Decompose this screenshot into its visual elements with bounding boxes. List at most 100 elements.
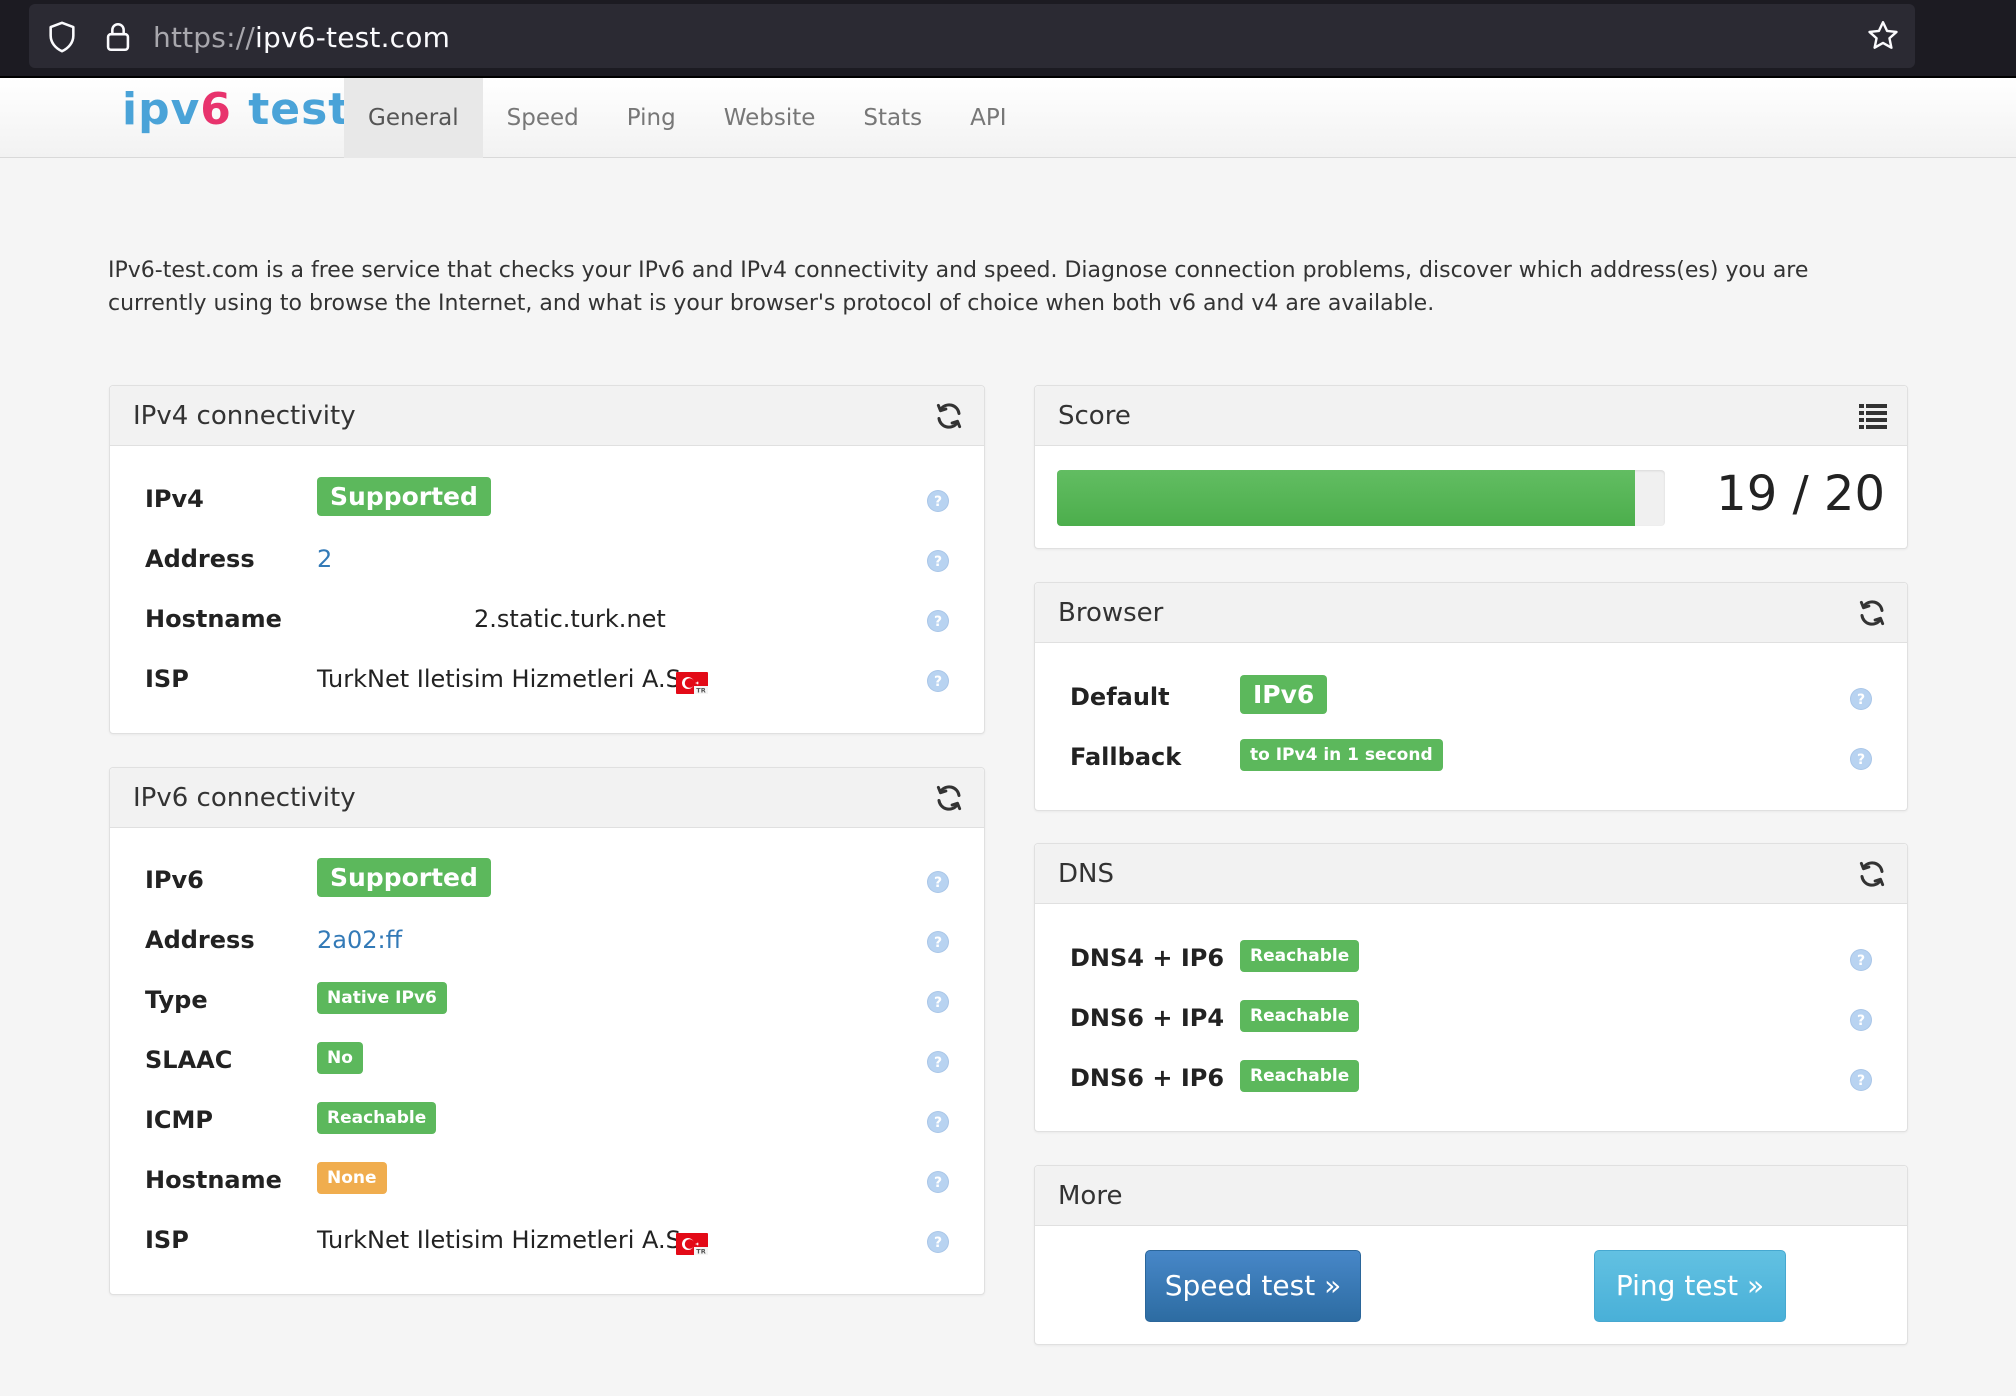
help-icon[interactable] bbox=[1849, 1008, 1873, 1032]
ipv6-address-link[interactable]: 2a02:ff bbox=[317, 926, 402, 954]
browser-row-fallback: Fallback to IPv4 in 1 second bbox=[1035, 735, 1907, 783]
row-label: Type bbox=[145, 986, 208, 1014]
reachable-badge: Reachable bbox=[1240, 940, 1360, 972]
refresh-icon[interactable] bbox=[934, 783, 964, 813]
url-host: ipv6-test.com bbox=[254, 21, 451, 54]
ping-test-button[interactable]: Ping test » bbox=[1594, 1250, 1786, 1322]
logo-reflection: ipv6 test bbox=[122, 112, 350, 134]
ipv6-row-isp: ISP TurkNet Iletisim Hizmetleri A.S. bbox=[110, 1218, 984, 1266]
ipv6-row-slaac: SLAAC No bbox=[110, 1038, 984, 1086]
tab-stats[interactable]: Stats bbox=[839, 78, 946, 158]
ipv6-isp-value: TurkNet Iletisim Hizmetleri A.S. bbox=[317, 1226, 689, 1254]
row-label: DNS6 + IP6 bbox=[1070, 1064, 1225, 1092]
reachable-badge: Reachable bbox=[1240, 1000, 1360, 1032]
address-bar[interactable]: https://ipv6-test.com bbox=[29, 4, 1915, 68]
score-panel-header: Score bbox=[1035, 386, 1907, 446]
row-label: DNS4 + IP6 bbox=[1070, 944, 1225, 972]
refresh-icon[interactable] bbox=[1857, 598, 1887, 628]
tab-ping[interactable]: Ping bbox=[603, 78, 700, 158]
ipv4-isp-value: TurkNet Iletisim Hizmetleri A.S. bbox=[317, 665, 689, 693]
help-icon[interactable] bbox=[926, 669, 950, 693]
url-text[interactable]: https://ipv6-test.com bbox=[153, 21, 450, 54]
status-badge: Supported bbox=[317, 477, 491, 516]
ipv4-panel: IPv4 connectivity IPv4 Supported Address… bbox=[109, 385, 985, 734]
row-label: Address bbox=[145, 545, 255, 573]
type-badge: Native IPv6 bbox=[317, 982, 447, 1014]
score-progress-fill bbox=[1057, 470, 1635, 526]
score-panel: Score 19 / 20 bbox=[1034, 385, 1908, 549]
ipv4-panel-title: IPv4 connectivity bbox=[133, 401, 356, 431]
row-label: SLAAC bbox=[145, 1046, 233, 1074]
help-icon[interactable] bbox=[926, 930, 950, 954]
help-icon[interactable] bbox=[926, 549, 950, 573]
help-icon[interactable] bbox=[926, 1230, 950, 1254]
row-label: Default bbox=[1070, 683, 1170, 711]
help-icon[interactable] bbox=[926, 1170, 950, 1194]
nav-tabs: General Speed Ping Website Stats API bbox=[344, 78, 1031, 158]
ipv4-row-status: IPv4 Supported bbox=[110, 477, 984, 525]
icmp-badge: Reachable bbox=[317, 1102, 437, 1134]
turkey-flag-icon bbox=[676, 672, 708, 694]
row-label: Hostname bbox=[145, 1166, 282, 1194]
help-icon[interactable] bbox=[1849, 1068, 1873, 1092]
fallback-badge: to IPv4 in 1 second bbox=[1240, 739, 1443, 771]
slaac-badge: No bbox=[317, 1042, 363, 1074]
list-icon[interactable] bbox=[1859, 403, 1887, 429]
help-icon[interactable] bbox=[926, 870, 950, 894]
ipv4-row-isp: ISP TurkNet Iletisim Hizmetleri A.S. bbox=[110, 657, 984, 705]
refresh-icon[interactable] bbox=[1857, 859, 1887, 889]
row-label: IPv6 bbox=[145, 866, 204, 894]
logo-reflection-text: ipv6 test bbox=[122, 127, 350, 134]
browser-toolbar: https://ipv6-test.com bbox=[0, 0, 2016, 78]
tab-general[interactable]: General bbox=[344, 78, 483, 158]
ipv6-row-address: Address 2a02:ff bbox=[110, 918, 984, 966]
row-label: Address bbox=[145, 926, 255, 954]
dns-row: DNS4 + IP6 Reachable bbox=[1035, 936, 1907, 984]
speed-test-button[interactable]: Speed test » bbox=[1145, 1250, 1361, 1322]
ipv6-panel: IPv6 connectivity IPv6 Supported Address… bbox=[109, 767, 985, 1295]
ipv4-address-link[interactable]: 2 bbox=[317, 545, 332, 573]
ipv6-row-type: Type Native IPv6 bbox=[110, 978, 984, 1026]
row-label: ISP bbox=[145, 1226, 189, 1254]
help-icon[interactable] bbox=[926, 990, 950, 1014]
lock-icon[interactable] bbox=[101, 20, 135, 54]
ipv4-row-address: Address 2 bbox=[110, 537, 984, 585]
ipv6-row-icmp: ICMP Reachable bbox=[110, 1098, 984, 1146]
ipv4-row-hostname: Hostname 2.static.turk.net bbox=[110, 597, 984, 645]
more-panel-header: More bbox=[1035, 1166, 1907, 1226]
refresh-icon[interactable] bbox=[934, 401, 964, 431]
url-scheme: https:// bbox=[153, 21, 255, 54]
ipv6-row-status: IPv6 Supported bbox=[110, 858, 984, 906]
help-icon[interactable] bbox=[1849, 687, 1873, 711]
dns-panel-header: DNS bbox=[1035, 844, 1907, 904]
browser-panel: Browser Default IPv6 Fallback to IPv4 in… bbox=[1034, 582, 1908, 811]
browser-row-default: Default IPv6 bbox=[1035, 675, 1907, 723]
help-icon[interactable] bbox=[926, 609, 950, 633]
more-panel: More Speed test » Ping test » bbox=[1034, 1165, 1908, 1345]
intro-text: IPv6-test.com is a free service that che… bbox=[108, 258, 1809, 316]
dns-row: DNS6 + IP6 Reachable bbox=[1035, 1056, 1907, 1104]
row-label: Hostname bbox=[145, 605, 282, 633]
help-icon[interactable] bbox=[926, 1110, 950, 1134]
help-icon[interactable] bbox=[926, 489, 950, 513]
ipv6-row-hostname: Hostname None bbox=[110, 1158, 984, 1206]
ipv4-hostname-value: 2.static.turk.net bbox=[474, 605, 666, 633]
help-icon[interactable] bbox=[926, 1050, 950, 1074]
more-panel-title: More bbox=[1058, 1181, 1123, 1211]
dns-panel: DNS DNS4 + IP6 Reachable DNS6 + IP4 Reac… bbox=[1034, 843, 1908, 1132]
bookmark-star-icon[interactable] bbox=[1865, 18, 1901, 54]
score-panel-title: Score bbox=[1058, 401, 1131, 431]
tab-website[interactable]: Website bbox=[700, 78, 840, 158]
tab-api[interactable]: API bbox=[946, 78, 1030, 158]
site-navbar: ipv6 test ipv6 test General Speed Ping W… bbox=[0, 78, 2016, 158]
shield-icon[interactable] bbox=[45, 20, 79, 54]
ipv4-panel-header: IPv4 connectivity bbox=[110, 386, 984, 446]
row-label: ICMP bbox=[145, 1106, 214, 1134]
reachable-badge: Reachable bbox=[1240, 1060, 1360, 1092]
hostname-badge: None bbox=[317, 1162, 387, 1194]
help-icon[interactable] bbox=[1849, 948, 1873, 972]
row-label: Fallback bbox=[1070, 743, 1182, 771]
ipv6-panel-header: IPv6 connectivity bbox=[110, 768, 984, 828]
tab-speed[interactable]: Speed bbox=[483, 78, 603, 158]
help-icon[interactable] bbox=[1849, 747, 1873, 771]
